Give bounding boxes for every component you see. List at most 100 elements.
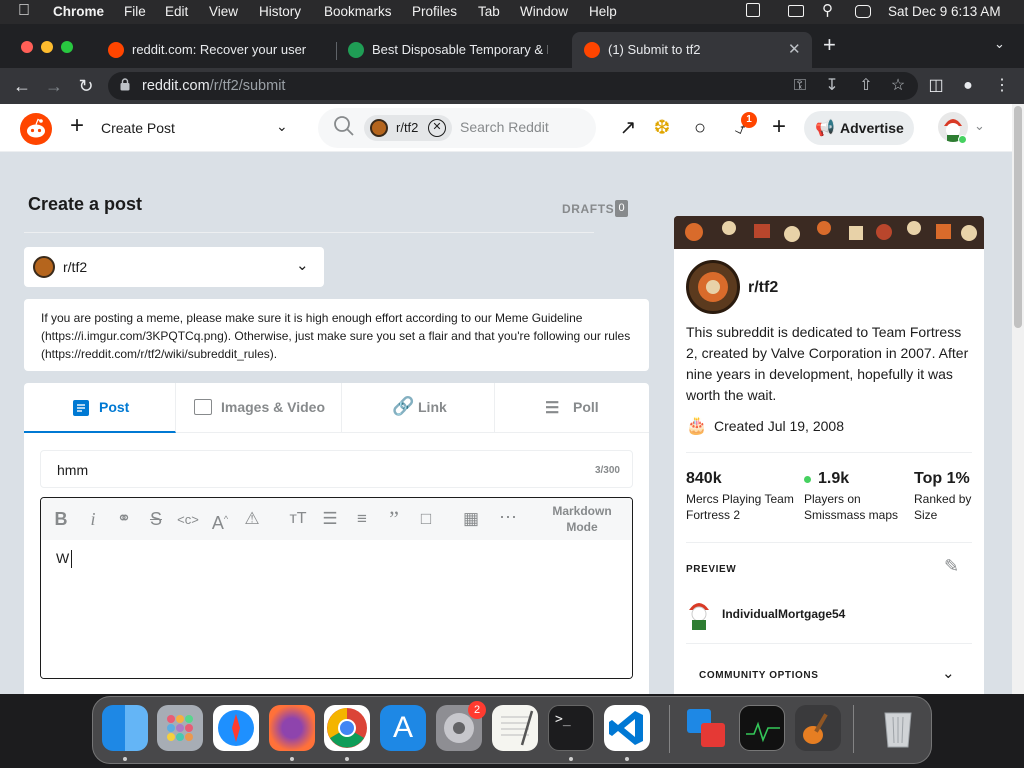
window-minimize-button[interactable]: [41, 41, 53, 53]
control-center-icon[interactable]: [855, 5, 871, 18]
drafts-button[interactable]: DRAFTS 0: [562, 200, 632, 218]
heading-icon[interactable]: ᴛT: [287, 509, 309, 529]
post-type-tabs: Post Images & Video 🔗 Link ☰ Poll: [24, 383, 649, 433]
tab-post[interactable]: Post: [24, 383, 176, 433]
terminal-icon[interactable]: >_: [548, 705, 594, 751]
plus-icon: +: [70, 112, 85, 139]
firefox-icon[interactable]: [269, 705, 315, 751]
apple-icon[interactable]: : [18, 2, 30, 20]
search-community-chip[interactable]: r/tf2 ✕: [364, 115, 452, 141]
body-textarea[interactable]: W: [41, 540, 632, 678]
create-plus-icon[interactable]: +: [767, 115, 791, 139]
more-options-icon[interactable]: ⋯: [497, 507, 519, 527]
spoiler-icon[interactable]: ⚠: [241, 509, 263, 529]
scrollbar-thumb[interactable]: [1014, 106, 1022, 328]
tf2-community-icon: [370, 119, 388, 137]
bookmark-star-icon[interactable]: ☆: [888, 76, 908, 96]
browser-tab-submit-tf2[interactable]: (1) Submit to tf2 ✕: [572, 32, 812, 68]
search-box[interactable]: r/tf2 ✕ Search Reddit: [318, 108, 596, 148]
address-bar[interactable]: reddit.com/r/tf2/submit ⚿ ↧ ⇧ ☆: [108, 72, 918, 100]
community-description: This subreddit is dedicated to Team Fort…: [686, 324, 969, 403]
sidebar-panel-icon[interactable]: ◫: [926, 76, 946, 96]
community-options-toggle[interactable]: COMMUNITY OPTIONS ⌄: [686, 656, 972, 686]
window-close-button[interactable]: [21, 41, 33, 53]
create-post-dropdown[interactable]: + Create Post ⌄: [64, 110, 296, 146]
tab-images-video[interactable]: Images & Video: [176, 383, 342, 432]
menu-window[interactable]: Window: [520, 4, 568, 19]
search-icon: [332, 114, 356, 138]
chevron-down-icon: ⌄: [974, 118, 985, 133]
stat-members: 840k Mercs Playing Team Fortress 2: [686, 470, 796, 530]
launchpad-icon[interactable]: [157, 705, 203, 751]
forward-icon[interactable]: →: [44, 76, 64, 96]
drafts-count-badge: 0: [615, 200, 628, 217]
stat-label: Mercs Playing Team Fortress 2: [686, 492, 794, 522]
bulleted-list-icon[interactable]: ☰: [319, 509, 341, 529]
screen-mirror-icon[interactable]: [788, 5, 804, 17]
markdown-mode-button[interactable]: Markdown Mode: [541, 503, 623, 535]
network-apps-icon[interactable]: [683, 705, 729, 751]
menu-profiles[interactable]: Profiles: [412, 4, 457, 19]
menu-view[interactable]: View: [209, 4, 238, 19]
window-zoom-button[interactable]: [61, 41, 73, 53]
app-store-icon[interactable]: A: [380, 705, 426, 751]
chrome-menu-icon[interactable]: ⋮: [992, 76, 1012, 96]
menu-file[interactable]: File: [124, 4, 146, 19]
remove-chip-icon[interactable]: ✕: [428, 119, 446, 137]
link-icon[interactable]: ⚭: [113, 509, 135, 529]
tab-poll[interactable]: ☰ Poll: [495, 383, 649, 432]
safari-icon[interactable]: [213, 705, 259, 751]
advertise-button[interactable]: 📢 Advertise: [804, 111, 914, 145]
profile-icon[interactable]: ●: [958, 76, 978, 96]
tab-close-icon[interactable]: ✕: [788, 40, 801, 58]
title-value: hmm: [57, 462, 89, 478]
community-name[interactable]: r/tf2: [748, 279, 778, 297]
menu-app-name[interactable]: Chrome: [53, 4, 104, 19]
coin-banana-icon[interactable]: ❆: [650, 116, 674, 140]
tab-search-chevron-icon[interactable]: ⌄: [994, 36, 1005, 52]
menu-help[interactable]: Help: [589, 4, 617, 19]
table-icon[interactable]: ▦: [460, 509, 482, 529]
install-app-icon[interactable]: ↧: [822, 76, 842, 96]
numbered-list-icon[interactable]: ≡: [351, 509, 373, 529]
new-tab-icon[interactable]: +: [823, 32, 836, 58]
reddit-logo-icon[interactable]: [20, 113, 52, 145]
quote-block-icon[interactable]: ”: [383, 508, 405, 530]
share-icon[interactable]: ⇧: [856, 76, 876, 96]
menu-edit[interactable]: Edit: [165, 4, 188, 19]
chat-icon[interactable]: ○: [688, 116, 712, 140]
back-icon[interactable]: ←: [12, 76, 32, 96]
chrome-icon[interactable]: [324, 705, 370, 751]
reload-icon[interactable]: ↻: [76, 76, 96, 96]
textedit-icon[interactable]: [492, 705, 538, 751]
user-menu[interactable]: ⌄: [934, 108, 990, 148]
code-block-icon[interactable]: □: [415, 509, 437, 529]
screen-share-icon[interactable]: [746, 3, 760, 17]
activity-monitor-icon[interactable]: [739, 705, 785, 751]
menu-history[interactable]: History: [259, 4, 301, 19]
password-key-icon[interactable]: ⚿: [790, 76, 810, 96]
menu-tab[interactable]: Tab: [478, 4, 500, 19]
menu-bookmarks[interactable]: Bookmarks: [324, 4, 392, 19]
inline-code-icon[interactable]: <c>: [177, 510, 199, 530]
tab-label: Link: [418, 399, 447, 415]
vscode-icon[interactable]: [604, 705, 650, 751]
strikethrough-icon[interactable]: S: [145, 509, 167, 529]
community-selector[interactable]: r/tf2 ⌄: [24, 247, 324, 287]
browser-tab-reddit-recover[interactable]: reddit.com: Recover your usern: [96, 32, 336, 68]
spotlight-search-icon[interactable]: ⚲: [822, 1, 833, 19]
edit-pencil-icon[interactable]: ✎: [944, 556, 959, 577]
url-path: /r/tf2/submit: [209, 78, 286, 94]
title-char-count: 3/300: [594, 465, 620, 476]
menu-clock[interactable]: Sat Dec 9 6:13 AM: [888, 4, 1001, 19]
popular-arrow-icon[interactable]: ↗: [616, 116, 640, 140]
tab-link[interactable]: 🔗 Link: [342, 383, 495, 432]
superscript-icon[interactable]: A^: [209, 509, 231, 533]
italic-icon[interactable]: i: [82, 509, 104, 529]
bold-icon[interactable]: B: [50, 509, 72, 529]
browser-tab-disposable-email[interactable]: Best Disposable Temporary & F: [336, 32, 570, 68]
trash-icon[interactable]: [875, 705, 921, 751]
garageband-icon[interactable]: [795, 705, 841, 751]
title-input[interactable]: hmm 3/300: [40, 450, 633, 488]
finder-icon[interactable]: [102, 705, 148, 751]
